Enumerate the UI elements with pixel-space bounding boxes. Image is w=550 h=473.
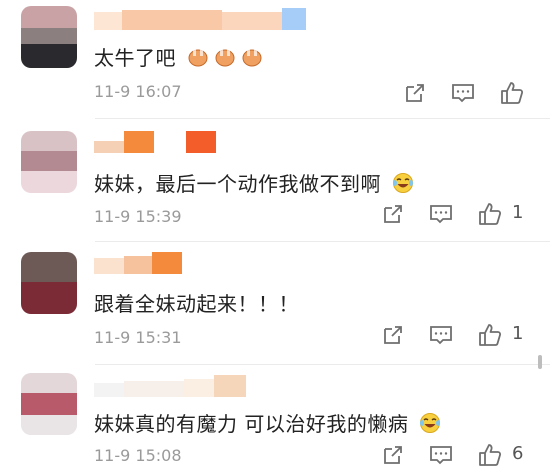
- username-blurred[interactable]: [94, 8, 314, 30]
- comment-actions: [402, 80, 532, 106]
- share-button[interactable]: [380, 322, 408, 348]
- laughing-tears-icon: [392, 172, 414, 199]
- avatar[interactable]: [21, 131, 77, 193]
- share-button[interactable]: [380, 442, 408, 468]
- comment-time: 11-9 16:07: [94, 82, 182, 101]
- reply-comment-icon: [430, 205, 452, 224]
- comment-item: 妹妹真的有魔力 可以治好我的懒病 11-9 15:08 6: [0, 365, 550, 473]
- reply-button[interactable]: [428, 442, 456, 468]
- share-button[interactable]: [402, 80, 430, 106]
- thumbs-up-icon: [479, 324, 502, 346]
- comment-text: 妹妹，最后一个动作我做不到啊: [94, 172, 381, 196]
- username-blurred[interactable]: [94, 252, 214, 274]
- reply-button[interactable]: [428, 201, 456, 227]
- reply-button[interactable]: [428, 322, 456, 348]
- reply-comment-icon: [430, 446, 452, 465]
- like-button[interactable]: [477, 201, 505, 227]
- share-icon: [384, 446, 402, 464]
- like-button[interactable]: [499, 80, 527, 106]
- comment-time: 11-9 15:08: [94, 446, 182, 465]
- clap-hands-icon: [187, 46, 265, 73]
- comment-text: 跟着全妹动起来！！！: [94, 292, 299, 316]
- like-count: 1: [512, 323, 524, 344]
- username-blurred[interactable]: [94, 131, 224, 153]
- like-button[interactable]: [477, 442, 505, 468]
- comment-text: 妹妹真的有魔力 可以治好我的懒病: [94, 412, 409, 436]
- comment-time: 11-9 15:39: [94, 207, 182, 226]
- avatar[interactable]: [21, 252, 77, 314]
- thumbs-up-icon: [501, 82, 524, 104]
- avatar[interactable]: [21, 6, 77, 68]
- comment-time: 11-9 15:31: [94, 328, 182, 347]
- share-icon: [384, 326, 402, 344]
- avatar[interactable]: [21, 373, 77, 435]
- comment-actions: 1: [380, 201, 532, 227]
- share-icon: [406, 84, 424, 102]
- reply-button[interactable]: [450, 80, 478, 106]
- comment-item: 妹妹，最后一个动作我做不到啊 11-9 15:39 1: [0, 119, 550, 241]
- like-count: 1: [512, 202, 524, 223]
- share-button[interactable]: [380, 201, 408, 227]
- username-blurred[interactable]: [94, 375, 254, 397]
- comment-text: 太牛了吧: [94, 46, 176, 70]
- comment-item: 太牛了吧 11-9 16:07: [0, 0, 550, 118]
- like-button[interactable]: [477, 322, 505, 348]
- thumbs-up-icon: [479, 203, 502, 225]
- comment-actions: 1: [380, 322, 532, 348]
- thumbs-up-icon: [479, 444, 502, 466]
- comment-item: 跟着全妹动起来！！！ 11-9 15:31 1: [0, 242, 550, 364]
- reply-comment-icon: [430, 326, 452, 345]
- scrollbar[interactable]: [538, 355, 542, 369]
- share-icon: [384, 205, 402, 223]
- reply-comment-icon: [452, 84, 474, 103]
- like-count: 6: [512, 443, 524, 464]
- comment-actions: 6: [380, 442, 532, 468]
- laughing-tears-icon: [419, 412, 441, 439]
